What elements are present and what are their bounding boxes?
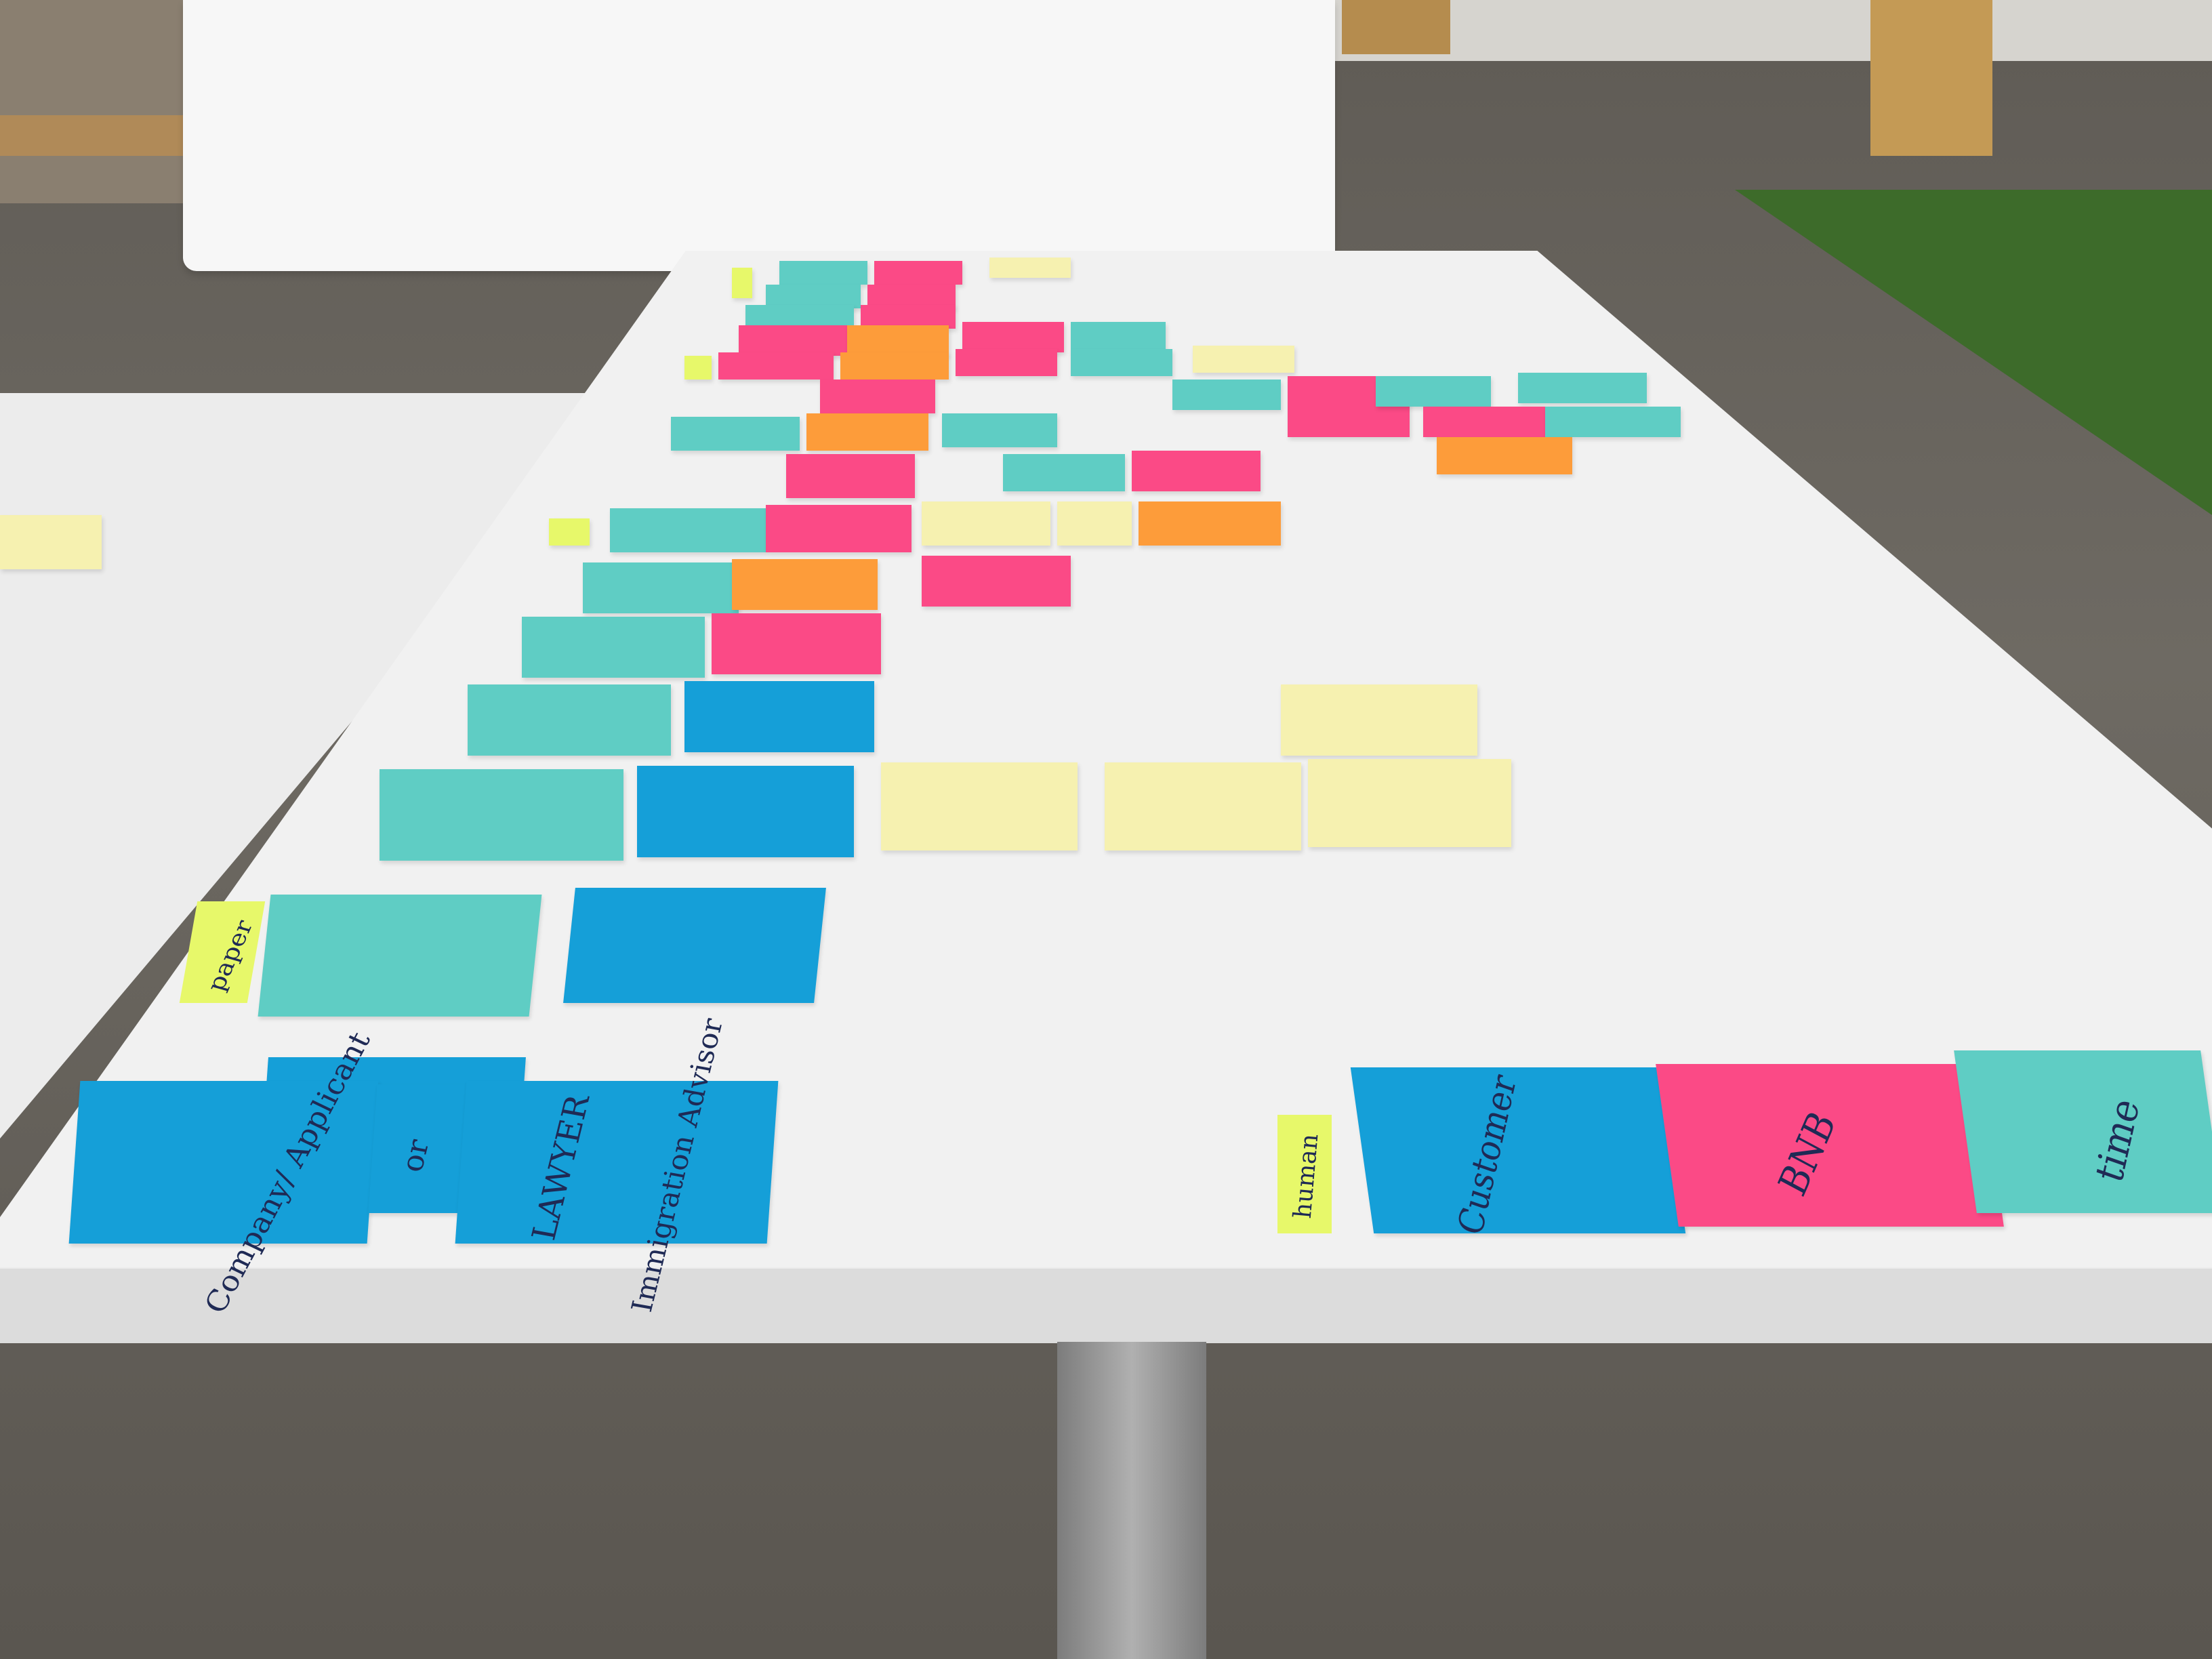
sticky-note [962,322,1064,352]
sticky-note-company-applicant: Company/ Applicant [68,1027,379,1319]
sticky-note [563,888,826,1003]
sticky-note [258,895,542,1017]
sticky-note [549,518,590,546]
sticky-note [1057,501,1132,546]
sticky-note [1193,346,1294,373]
sticky-note [732,268,752,298]
sticky-note [874,261,962,285]
sticky-note [1545,407,1681,437]
sticky-note [671,417,800,451]
sticky-note-customer-text: Customer [1450,1069,1525,1241]
sticky-note [1132,451,1261,491]
sticky-note [610,508,766,552]
sticky-note [1518,373,1647,403]
sticky-note [583,562,739,613]
sticky-note [840,352,949,380]
wooden-pillar [1870,0,1992,156]
sticky-note [1139,501,1281,546]
sticky-note [1376,376,1491,407]
sticky-note [1105,762,1301,851]
sticky-note-bnb-text: BNB [1770,1104,1845,1204]
sticky-note-customer: Customer [1350,1067,1686,1240]
sticky-note-or-text: or [394,1136,436,1175]
sticky-note [956,349,1057,376]
sticky-note [739,325,847,356]
wooden-cabinet [1342,0,1450,54]
main-table-edge [0,1267,2212,1343]
sticky-note [1423,407,1552,437]
sticky-note-time: time [1954,1050,2212,1213]
sticky-note [522,617,705,678]
sticky-note [684,356,712,380]
paper-tag-label: paper [202,917,259,995]
sticky-note-time-text: time [2087,1092,2149,1189]
sticky-note [0,515,102,569]
sticky-note [806,413,928,451]
sticky-note [881,762,1078,851]
sticky-note [1308,759,1511,847]
human-tag-label: human [1288,1132,1324,1220]
table-leg [1057,1342,1206,1659]
background-wall-right [1328,0,2212,61]
sticky-note-bnb: BNB [1656,1064,2004,1227]
sticky-note [468,684,671,756]
sticky-note [942,413,1057,447]
sticky-note [637,766,854,857]
sticky-note [786,454,915,498]
sticky-note [766,505,912,552]
whiteboard [183,0,1335,271]
sticky-note [820,380,935,413]
sticky-note-lawyer-text: LAWYER [525,1092,598,1244]
sticky-note [989,258,1071,278]
sticky-note [922,556,1071,607]
sticky-note [712,613,881,674]
sticky-note [1003,454,1125,491]
human-tag: human [1277,1115,1332,1233]
sticky-note-lawyer: LAWYER Immigration Advisor [455,1016,779,1315]
sticky-note [1071,322,1166,352]
sticky-note [1437,437,1572,474]
sticky-note [847,325,949,356]
sticky-note [779,261,867,285]
sticky-note [922,501,1050,546]
sticky-note [732,559,878,610]
sticky-note [684,681,874,752]
sticky-note [1172,380,1281,410]
photo-scene: paper Company/ Applicant or LAWYER Immig… [0,0,2212,1659]
sticky-note [718,352,834,380]
sticky-note [1281,684,1477,756]
sticky-note [380,769,623,861]
sticky-note [1071,349,1172,376]
